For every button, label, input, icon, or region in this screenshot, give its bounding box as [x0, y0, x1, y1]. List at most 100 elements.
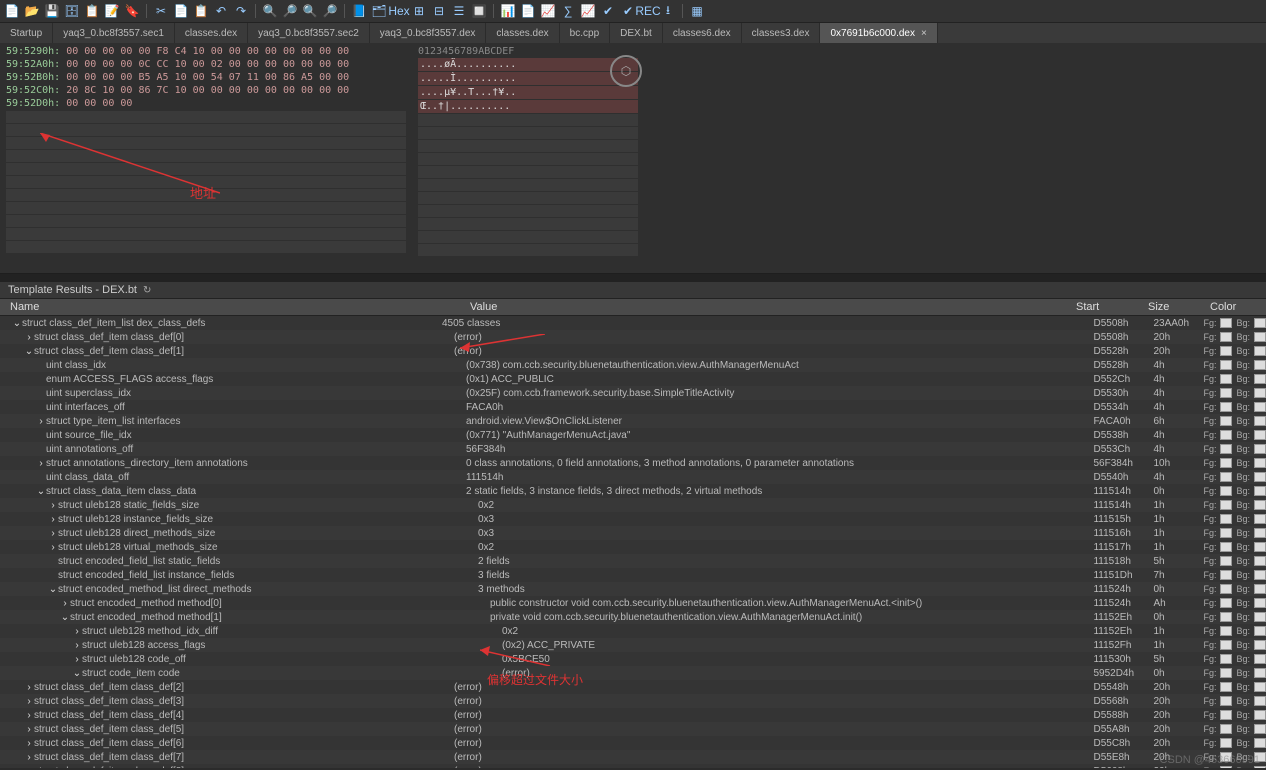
expand-caret-icon[interactable]: › [24, 766, 34, 769]
expand-caret-icon[interactable]: › [24, 738, 34, 749]
toolbar-button[interactable]: 📋 [84, 3, 100, 19]
toolbar-button[interactable]: REC [640, 3, 656, 19]
table-row[interactable]: ›struct type_item_list interfacesandroid… [0, 414, 1266, 428]
hex-row[interactable]: 59:52A0h: 00 00 00 00 0C CC 10 00 02 00 … [6, 58, 406, 71]
table-row[interactable]: ›struct class_def_item class_def[3](erro… [0, 694, 1266, 708]
row-color[interactable]: Fg:Bg: [1203, 710, 1266, 720]
hex-ascii-row[interactable]: Œ..†|.......... [418, 100, 638, 113]
toolbar-button[interactable]: ✔ [620, 3, 636, 19]
tab[interactable]: classes.dex [486, 23, 559, 43]
toolbar-button[interactable]: 📘 [351, 3, 367, 19]
toolbar-button[interactable]: 📈 [540, 3, 556, 19]
expand-caret-icon[interactable]: › [72, 640, 82, 651]
hex-row[interactable]: 59:52D0h: 00 00 00 00 [6, 97, 406, 110]
expand-caret-icon[interactable]: › [24, 752, 34, 763]
table-row[interactable]: ⌄struct class_def_item_list dex_class_de… [0, 316, 1266, 330]
pane-divider[interactable] [0, 274, 1266, 282]
tab[interactable]: 0x7691b6c000.dex× [820, 23, 937, 43]
toolbar-button[interactable]: 🔲 [471, 3, 487, 19]
expand-caret-icon[interactable]: ⌄ [48, 584, 58, 595]
toolbar-button[interactable]: 📄 [4, 3, 20, 19]
toolbar-button[interactable]: ↶ [213, 3, 229, 19]
row-color[interactable]: Fg:Bg: [1203, 416, 1266, 426]
expand-caret-icon[interactable]: › [24, 682, 34, 693]
expand-caret-icon[interactable]: › [24, 724, 34, 735]
col-name[interactable]: Name [0, 299, 450, 315]
expand-caret-icon[interactable]: › [48, 500, 58, 511]
table-row[interactable]: ›struct uleb128 instance_fields_size0x31… [0, 512, 1266, 526]
tab[interactable]: classes6.dex [663, 23, 742, 43]
row-color[interactable]: Fg:Bg: [1203, 626, 1266, 636]
hex-ascii-row[interactable]: ....µ¥..T...†¥.. [418, 86, 638, 99]
row-color[interactable]: Fg:Bg: [1203, 318, 1266, 328]
tab[interactable]: yaq3_0.bc8f3557.dex [370, 23, 487, 43]
row-color[interactable]: Fg:Bg: [1203, 682, 1266, 692]
expand-caret-icon[interactable]: ⌄ [72, 668, 82, 679]
row-color[interactable]: Fg:Bg: [1203, 612, 1266, 622]
expand-caret-icon[interactable]: › [72, 626, 82, 637]
toolbar-button[interactable]: 📄 [520, 3, 536, 19]
tab[interactable]: classes3.dex [742, 23, 821, 43]
table-row[interactable]: ›struct uleb128 method_idx_diff0x211152E… [0, 624, 1266, 638]
table-row[interactable]: struct encoded_field_list instance_field… [0, 568, 1266, 582]
row-color[interactable]: Fg:Bg: [1203, 346, 1266, 356]
table-row[interactable]: ›struct annotations_directory_item annot… [0, 456, 1266, 470]
row-color[interactable]: Fg:Bg: [1203, 472, 1266, 482]
toolbar-button[interactable]: 🔎 [322, 3, 338, 19]
table-row[interactable]: uint source_file_idx(0x771) "AuthManager… [0, 428, 1266, 442]
table-row[interactable]: ›struct encoded_method method[0]public c… [0, 596, 1266, 610]
row-color[interactable]: Fg:Bg: [1203, 654, 1266, 664]
toolbar-button[interactable]: 🔍 [262, 3, 278, 19]
table-row[interactable]: ›struct class_def_item class_def[7](erro… [0, 750, 1266, 764]
table-row[interactable]: ›struct class_def_item class_def[2](erro… [0, 680, 1266, 694]
toolbar-button[interactable]: 🔍 [302, 3, 318, 19]
table-row[interactable]: ›struct uleb128 direct_methods_size0x311… [0, 526, 1266, 540]
col-size[interactable]: Size [1142, 299, 1204, 315]
expand-caret-icon[interactable]: › [24, 332, 34, 343]
row-color[interactable]: Fg:Bg: [1203, 556, 1266, 566]
row-color[interactable]: Fg:Bg: [1203, 696, 1266, 706]
table-row[interactable]: struct encoded_field_list static_fields2… [0, 554, 1266, 568]
table-row[interactable]: uint interfaces_offFACA0hD5534h4hFg:Bg: [0, 400, 1266, 414]
table-row[interactable]: ›struct uleb128 code_off0x5BCE50111530h5… [0, 652, 1266, 666]
toolbar-button[interactable]: 📋 [193, 3, 209, 19]
toolbar-button[interactable]: ⊟ [431, 3, 447, 19]
expand-caret-icon[interactable]: › [48, 528, 58, 539]
row-color[interactable]: Fg:Bg: [1203, 388, 1266, 398]
toolbar-button[interactable]: ⭳ [660, 3, 676, 19]
toolbar-button[interactable]: 🗄 [64, 3, 80, 19]
expand-caret-icon[interactable]: › [24, 710, 34, 721]
hex-ascii-row[interactable]: ....øÄ.......... [418, 58, 638, 71]
toolbar-button[interactable]: 📄 [173, 3, 189, 19]
table-row[interactable]: ›struct class_def_item class_def[8](erro… [0, 764, 1266, 768]
close-icon[interactable]: × [921, 28, 927, 39]
row-color[interactable]: Fg:Bg: [1203, 444, 1266, 454]
expand-caret-icon[interactable]: › [36, 416, 46, 427]
col-color[interactable]: Color [1204, 299, 1266, 315]
row-color[interactable]: Fg:Bg: [1203, 528, 1266, 538]
toolbar-button[interactable]: 📂 [24, 3, 40, 19]
table-row[interactable]: uint annotations_off56F384hD553Ch4hFg:Bg… [0, 442, 1266, 456]
toolbar-button[interactable]: 🔖 [124, 3, 140, 19]
table-row[interactable]: ⌄struct encoded_method_list direct_metho… [0, 582, 1266, 596]
table-row[interactable]: ⌄struct code_item code(error)5952D4h0hFg… [0, 666, 1266, 680]
table-row[interactable]: uint superclass_idx(0x25F) com.ccb.frame… [0, 386, 1266, 400]
row-color[interactable]: Fg:Bg: [1203, 332, 1266, 342]
toolbar-button[interactable]: ∑ [560, 3, 576, 19]
table-row[interactable]: ›struct uleb128 static_fields_size0x2111… [0, 498, 1266, 512]
row-color[interactable]: Fg:Bg: [1203, 766, 1266, 768]
expand-caret-icon[interactable]: ⌄ [36, 486, 46, 497]
expand-caret-icon[interactable]: ⌄ [12, 318, 22, 329]
row-color[interactable]: Fg:Bg: [1203, 724, 1266, 734]
row-color[interactable]: Fg:Bg: [1203, 598, 1266, 608]
row-color[interactable]: Fg:Bg: [1203, 584, 1266, 594]
tab[interactable]: yaq3_0.bc8f3557.sec1 [53, 23, 175, 43]
hex-view[interactable]: 59:5290h: 00 00 00 00 00 F8 C4 10 00 00 … [0, 43, 1266, 274]
expand-caret-icon[interactable]: ⌄ [24, 346, 34, 357]
tab[interactable]: bc.cpp [560, 23, 610, 43]
hex-row[interactable]: 59:52B0h: 00 00 00 00 B5 A5 10 00 54 07 … [6, 71, 406, 84]
toolbar-button[interactable]: 🔎 [282, 3, 298, 19]
row-color[interactable]: Fg:Bg: [1203, 402, 1266, 412]
tab[interactable]: DEX.bt [610, 23, 663, 43]
row-color[interactable]: Fg:Bg: [1203, 640, 1266, 650]
